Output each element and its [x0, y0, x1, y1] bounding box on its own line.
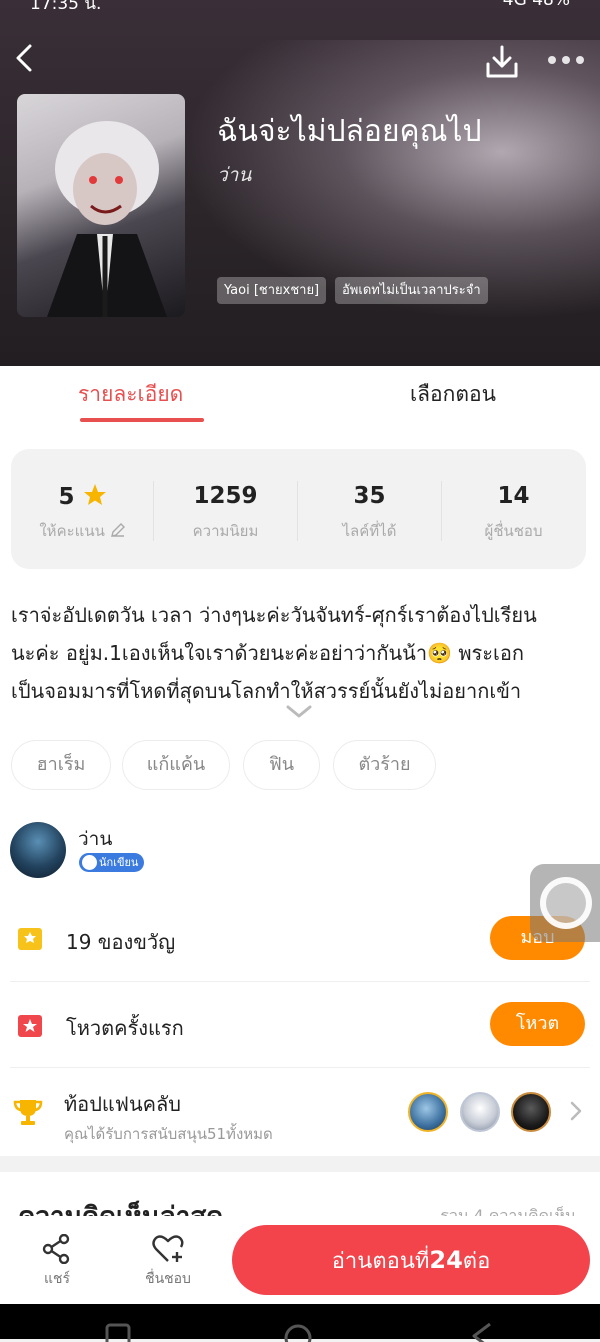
read-chapter-number: 24 [429, 1246, 463, 1274]
chevron-left-icon [16, 44, 32, 72]
like-label: ชื่นชอบ [145, 1271, 191, 1287]
vote-button[interactable]: โหวต [490, 1002, 585, 1046]
share-icon [42, 1234, 70, 1264]
cover-image[interactable] [17, 94, 185, 317]
more-icon [548, 56, 584, 64]
tab-details[interactable]: รายละเอียด [78, 378, 183, 411]
stat-value: 5 [11, 483, 154, 510]
book-title: ฉันจ่ะไม่ปล่อยคุณไป [217, 114, 482, 149]
read-prefix: อ่านตอนที่ [331, 1249, 430, 1274]
heart-plus-icon [152, 1235, 184, 1262]
pencil-icon [110, 523, 125, 537]
synopsis-line: เราจ่ะอัปเดตวัน เวลา ว่างๆนะค่ะวันจันทร์… [11, 603, 537, 627]
fanclub-title: ท้อปแฟนคลับ [64, 1092, 181, 1116]
stat-likes: 35 ไลค์ที่ได้ [298, 449, 441, 569]
fanclub-subtitle: คุณได้รับการสนับสนุน51ทั้งหมด [64, 1125, 273, 1143]
expand-chevron-icon[interactable] [285, 704, 313, 720]
stat-value: 14 [497, 483, 530, 509]
gift-count: 19 ของขวัญ [66, 930, 176, 954]
signal-label: 4G [502, 0, 527, 10]
star-icon [83, 484, 106, 505]
home-icon[interactable] [282, 1322, 314, 1342]
active-tab-indicator [80, 418, 204, 422]
book-header: 17:35 น. 4G 48% ฉันจ่ะไม่ปล่อยคุณไป ว่าน… [0, 0, 600, 366]
system-navigation-bar [0, 1304, 600, 1342]
vote-ticket-icon [18, 1015, 42, 1037]
chevron-right-icon [570, 1101, 582, 1121]
stat-value: 35 [353, 483, 386, 509]
synopsis-text[interactable]: เราจ่ะอัปเดตวัน เวลา ว่างๆนะค่ะวันจันทร์… [11, 596, 591, 710]
genre-tag[interactable]: Yaoi [ชายxชาย] [217, 277, 327, 304]
download-button[interactable] [484, 44, 520, 80]
gift-row: 19 ของขวัญ มอบ [0, 896, 600, 982]
stat-value: 1259 [193, 483, 258, 509]
fan-avatar[interactable] [408, 1092, 448, 1132]
back-button[interactable] [8, 40, 44, 76]
bottom-action-bar: แชร์ ชื่นชอบ อ่านตอนที่24ต่อ [0, 1216, 600, 1304]
stat-label: ผู้ชื่นชอบ [484, 522, 543, 540]
section-gap [0, 1156, 600, 1172]
status-time: 17:35 น. [30, 0, 102, 14]
details-panel: 5 ให้คะแนน 1259 ความนิยม 35 ไลค์ที่ได้ 1… [0, 424, 600, 1156]
battery-label: 48% [532, 0, 570, 10]
stat-label: ให้คะแนน [11, 519, 154, 543]
recents-icon[interactable] [104, 1322, 134, 1342]
read-suffix: ต่อ [462, 1249, 491, 1274]
floating-assistive-button[interactable] [530, 864, 600, 942]
stats-card: 5 ให้คะแนน 1259 ความนิยม 35 ไลค์ที่ได้ 1… [11, 449, 586, 569]
topic-tag[interactable]: ฮาเร็ม [11, 740, 111, 790]
more-button[interactable] [546, 48, 586, 72]
book-author[interactable]: ว่าน [217, 160, 251, 190]
status-bar: 17:35 น. 4G 48% [0, 0, 600, 16]
gift-icon [18, 928, 42, 950]
assistive-touch-icon [540, 877, 592, 929]
stat-label: ความนิยม [192, 522, 259, 540]
vote-row: โหวตครั้งแรก โหวต [0, 982, 600, 1068]
synopsis-line: นะค่ะ อยู่ม.1เองเห็นใจเราด้วยนะค่ะอย่าว่… [11, 641, 524, 665]
rating-value: 5 [58, 484, 75, 510]
writer-badge-label: นักเขียน [99, 856, 139, 869]
cover-art [47, 121, 167, 317]
status-right: 4G 48% [503, 0, 570, 10]
tab-bar: รายละเอียด เลือกตอน [0, 366, 600, 424]
stat-rating[interactable]: 5 ให้คะแนน [11, 449, 154, 569]
author-name[interactable]: ว่าน [78, 824, 112, 854]
stat-fans: 14 ผู้ชื่นชอบ [442, 449, 585, 569]
top-fanclub-row[interactable]: ท้อปแฟนคลับ คุณได้รับการสนับสนุน51ทั้งหม… [0, 1068, 600, 1156]
download-icon [486, 45, 518, 78]
back-nav-icon[interactable] [466, 1322, 496, 1342]
writer-badge-icon [82, 855, 97, 870]
continue-reading-button[interactable]: อ่านตอนที่24ต่อ [232, 1225, 590, 1295]
trophy-icon [13, 1100, 43, 1125]
stat-label: ไลค์ที่ได้ [342, 522, 397, 540]
tab-chapters[interactable]: เลือกตอน [410, 378, 496, 411]
topic-tag[interactable]: แก้แค้น [122, 740, 230, 790]
share-label: แชร์ [43, 1271, 71, 1287]
fan-avatar[interactable] [511, 1092, 551, 1132]
author-avatar[interactable] [10, 822, 66, 878]
rating-label: ให้คะแนน [39, 522, 105, 540]
topic-tag[interactable]: ฟิน [243, 740, 320, 790]
vote-label: โหวตครั้งแรก [66, 1016, 184, 1040]
writer-badge: นักเขียน [79, 853, 144, 872]
topic-tag[interactable]: ตัวร้าย [333, 740, 436, 790]
stat-popularity: 1259 ความนิยม [154, 449, 297, 569]
update-tag[interactable]: อัพเดทไม่เป็นเวลาประจำ [335, 277, 488, 304]
fan-avatar[interactable] [460, 1092, 500, 1132]
